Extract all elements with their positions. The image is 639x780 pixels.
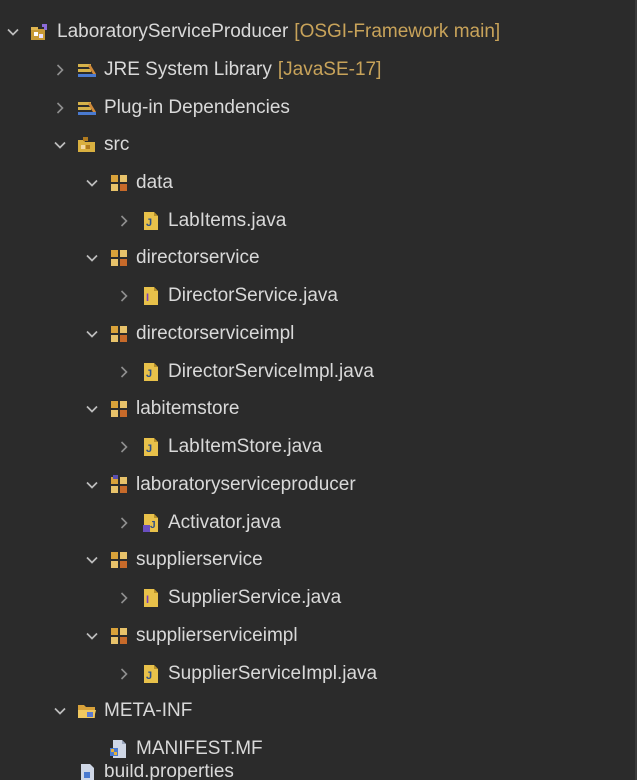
meta-inf-folder-name: META-INF	[104, 700, 193, 721]
java-file-name: DirectorService.java	[168, 285, 338, 306]
chevron-down-icon[interactable]	[6, 25, 20, 39]
package-icon	[109, 626, 129, 646]
svg-text:J: J	[146, 217, 152, 229]
java-interface-file-icon: I	[141, 588, 161, 608]
project-name: LaboratoryServiceProducer	[57, 21, 289, 42]
java-file-name: Activator.java	[168, 512, 281, 533]
tree-row-package[interactable]: data	[0, 164, 639, 202]
chevron-down-icon[interactable]	[53, 138, 67, 152]
java-file-name: SupplierService.java	[168, 587, 342, 608]
package-icon	[109, 248, 129, 268]
build-properties-name: build.properties	[104, 764, 234, 780]
chevron-down-icon[interactable]	[85, 478, 99, 492]
jre-library-name: JRE System Library	[104, 59, 272, 80]
jre-version-decoration: [JavaSE-17]	[277, 59, 382, 80]
tree-row-project[interactable]: LaboratoryServiceProducer [OSGI-Framewor…	[0, 13, 639, 51]
svg-text:J: J	[150, 520, 156, 531]
chevron-down-icon[interactable]	[85, 251, 99, 265]
chevron-right-icon[interactable]	[117, 214, 131, 228]
tree-row-package[interactable]: supplierservice	[0, 541, 639, 579]
tree-row-plugin-dependencies[interactable]: Plug-in Dependencies	[0, 89, 639, 127]
package-name: data	[136, 172, 173, 193]
tree-row-build-properties[interactable]: build.properties	[0, 764, 639, 780]
properties-file-icon	[77, 764, 97, 780]
tree-row-manifest[interactable]: MANIFEST.MF	[0, 730, 639, 768]
tree-row-package[interactable]: labitemstore	[0, 390, 639, 428]
tree-row-package[interactable]: directorservice	[0, 239, 639, 277]
chevron-down-icon[interactable]	[53, 704, 67, 718]
package-icon	[109, 399, 129, 419]
chevron-right-icon[interactable]	[117, 289, 131, 303]
src-folder-name: src	[104, 134, 130, 155]
tree-row-java-file[interactable]: J Activator.java	[0, 504, 639, 542]
package-icon	[109, 550, 129, 570]
svg-text:I: I	[146, 292, 149, 304]
chevron-right-icon[interactable]	[53, 63, 67, 77]
package-name: supplierservice	[136, 549, 263, 570]
chevron-down-icon[interactable]	[85, 176, 99, 190]
chevron-right-icon[interactable]	[117, 365, 131, 379]
tree-row-src[interactable]: src	[0, 126, 639, 164]
java-class-file-icon: J	[141, 362, 161, 382]
tree-row-java-file[interactable]: J LabItemStore.java	[0, 428, 639, 466]
chevron-right-icon[interactable]	[117, 440, 131, 454]
java-class-file-icon: J	[141, 211, 161, 231]
chevron-right-icon[interactable]	[53, 101, 67, 115]
svg-text:J: J	[146, 368, 152, 380]
chevron-down-icon[interactable]	[85, 327, 99, 341]
package-explorer-panel: LaboratoryServiceProducer [OSGI-Framewor…	[0, 0, 637, 780]
package-icon	[109, 475, 129, 495]
java-file-name: DirectorServiceImpl.java	[168, 361, 374, 382]
plugin-project-icon	[30, 22, 50, 42]
java-file-name: LabItems.java	[168, 210, 287, 231]
java-class-file-icon: J	[141, 513, 161, 533]
library-icon	[77, 60, 97, 80]
git-branch-decoration: [OSGI-Framework main]	[294, 21, 501, 42]
chevron-right-icon[interactable]	[117, 591, 131, 605]
tree-row-java-file[interactable]: J SupplierServiceImpl.java	[0, 655, 639, 693]
tree-row-jre[interactable]: JRE System Library [JavaSE-17]	[0, 51, 639, 89]
chevron-right-icon[interactable]	[117, 516, 131, 530]
tree-row-java-file[interactable]: I SupplierService.java	[0, 579, 639, 617]
manifest-file-name: MANIFEST.MF	[136, 738, 263, 759]
library-icon	[77, 98, 97, 118]
java-class-file-icon: J	[141, 437, 161, 457]
tree-row-java-file[interactable]: I DirectorService.java	[0, 277, 639, 315]
chevron-right-icon[interactable]	[117, 667, 131, 681]
java-class-file-icon: J	[141, 664, 161, 684]
package-icon	[109, 324, 129, 344]
package-icon	[109, 173, 129, 193]
java-file-name: LabItemStore.java	[168, 436, 323, 457]
package-name: laboratoryserviceproducer	[136, 474, 356, 495]
package-name: directorservice	[136, 247, 260, 268]
plugin-dependencies-name: Plug-in Dependencies	[104, 97, 290, 118]
chevron-down-icon[interactable]	[85, 553, 99, 567]
tree-row-java-file[interactable]: J LabItems.java	[0, 202, 639, 240]
tree-row-package[interactable]: laboratoryserviceproducer	[0, 466, 639, 504]
svg-text:I: I	[146, 594, 149, 606]
chevron-down-icon[interactable]	[85, 402, 99, 416]
folder-icon	[77, 701, 97, 721]
manifest-file-icon	[109, 739, 129, 759]
svg-text:J: J	[146, 670, 152, 682]
tree-row-java-file[interactable]: J DirectorServiceImpl.java	[0, 353, 639, 391]
package-name: directorserviceimpl	[136, 323, 295, 344]
java-file-name: SupplierServiceImpl.java	[168, 663, 378, 684]
source-folder-icon	[77, 135, 97, 155]
tree-row-package[interactable]: directorserviceimpl	[0, 315, 639, 353]
java-interface-file-icon: I	[141, 286, 161, 306]
tree-row-package[interactable]: supplierserviceimpl	[0, 617, 639, 655]
chevron-down-icon[interactable]	[85, 629, 99, 643]
svg-text:J: J	[146, 443, 152, 455]
tree-row-meta-inf[interactable]: META-INF	[0, 692, 639, 730]
package-name: labitemstore	[136, 398, 240, 419]
package-name: supplierserviceimpl	[136, 625, 298, 646]
